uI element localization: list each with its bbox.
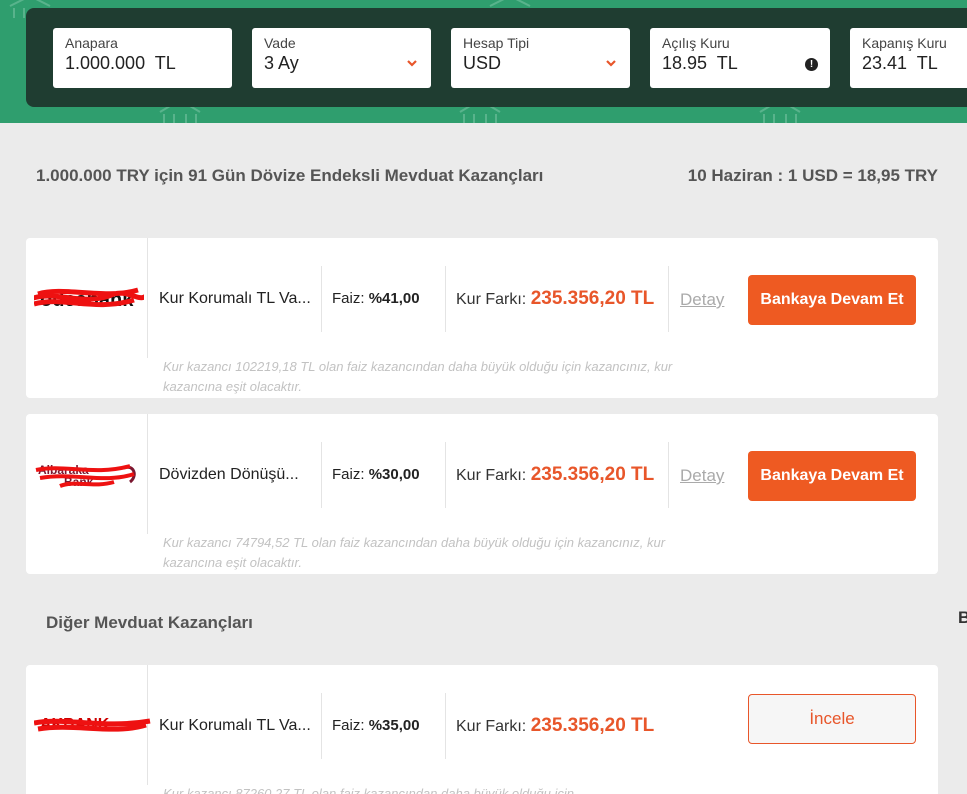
bank-logo: Albaraka Bank [26, 414, 148, 534]
continue-to-bank-button[interactable]: Bankaya Devam Et [748, 275, 916, 325]
chevron-down-icon[interactable] [407, 58, 417, 68]
search-header: Anapara 1.000.000 TL Vade 3 Ay Hesap Tip… [0, 0, 967, 123]
divider [668, 266, 669, 332]
offer-card: AKBANK Kur Korumalı TL Va... Faiz: %35,0… [26, 665, 938, 794]
clipped-text: B [958, 608, 967, 627]
redacted-bank-logo: Albaraka Bank [35, 463, 136, 489]
currency-gain: Kur Farkı: 235.356,20 TL [456, 288, 655, 309]
chevron-down-icon[interactable] [606, 58, 616, 68]
term-value: 3 Ay [264, 53, 299, 73]
closing-rate-value[interactable]: 23.41 TL [862, 53, 967, 74]
principal-field[interactable]: Anapara 1.000.000 TL [53, 28, 232, 88]
gain-note: Kur kazancı 102219,18 TL olan faiz kazan… [163, 359, 673, 394]
divider [321, 442, 322, 508]
detail-link[interactable]: Detay [680, 290, 724, 310]
closing-rate-label: Kapanış Kuru [862, 35, 947, 51]
bank-logo: odeabank [26, 238, 148, 358]
bank-logo: AKBANK [26, 665, 151, 785]
redacted-bank-logo: odeabank [34, 287, 144, 311]
results-title: 1.000.000 TRY için 91 Gün Dövize Endeksl… [36, 166, 544, 185]
divider [321, 266, 322, 332]
term-select[interactable]: Vade 3 Ay [252, 28, 431, 88]
divider [321, 693, 322, 759]
offer-card: Albaraka Bank Dövizden Dönüşü... Faiz: %… [26, 414, 938, 574]
redacted-bank-logo: AKBANK [34, 716, 151, 733]
interest-rate: Faiz: %30,00 [332, 466, 420, 483]
offer-card: odeabank Kur Korumalı TL Va... Faiz: %41… [26, 238, 938, 398]
product-name: Kur Korumalı TL Va... [159, 290, 311, 307]
currency-gain: Kur Farkı: 235.356,20 TL [456, 464, 655, 485]
term-label: Vade [264, 35, 296, 51]
divider [668, 442, 669, 508]
opening-rate-field[interactable]: Açılış Kuru 18.95 TL ! [650, 28, 830, 88]
gain-note: Kur kazancı 74794,52 TL olan faiz kazanc… [163, 535, 666, 570]
divider [445, 693, 446, 759]
divider [445, 266, 446, 332]
review-button[interactable]: İncele [748, 694, 916, 744]
opening-rate-label: Açılış Kuru [662, 35, 730, 51]
closing-rate-field[interactable]: Kapanış Kuru 23.41 TL [850, 28, 967, 88]
interest-rate: Faiz: %41,00 [332, 290, 420, 307]
principal-label: Anapara [65, 35, 118, 51]
account-type-value: USD [463, 53, 502, 73]
currency-gain: Kur Farkı: 235.356,20 TL [456, 715, 655, 736]
exchange-rate-info: 10 Haziran : 1 USD = 18,95 TRY [687, 166, 938, 185]
detail-link[interactable]: Detay [680, 466, 724, 486]
principal-value[interactable]: 1.000.000 TL [65, 53, 220, 74]
interest-rate: Faiz: %35,00 [332, 717, 420, 734]
divider [445, 442, 446, 508]
gain-note: Kur kazancı 87260,27 TL olan faiz kazanc… [163, 786, 574, 794]
other-deposits-title: Diğer Mevduat Kazançları [46, 613, 253, 632]
account-type-select[interactable]: Hesap Tipi USD [451, 28, 630, 88]
opening-rate-value[interactable]: 18.95 TL [662, 53, 818, 74]
continue-to-bank-button[interactable]: Bankaya Devam Et [748, 451, 916, 501]
product-name: Kur Korumalı TL Va... [159, 717, 311, 734]
product-name: Dövizden Dönüşü... [159, 466, 299, 483]
account-type-label: Hesap Tipi [463, 35, 530, 51]
info-icon[interactable]: ! [805, 58, 818, 71]
